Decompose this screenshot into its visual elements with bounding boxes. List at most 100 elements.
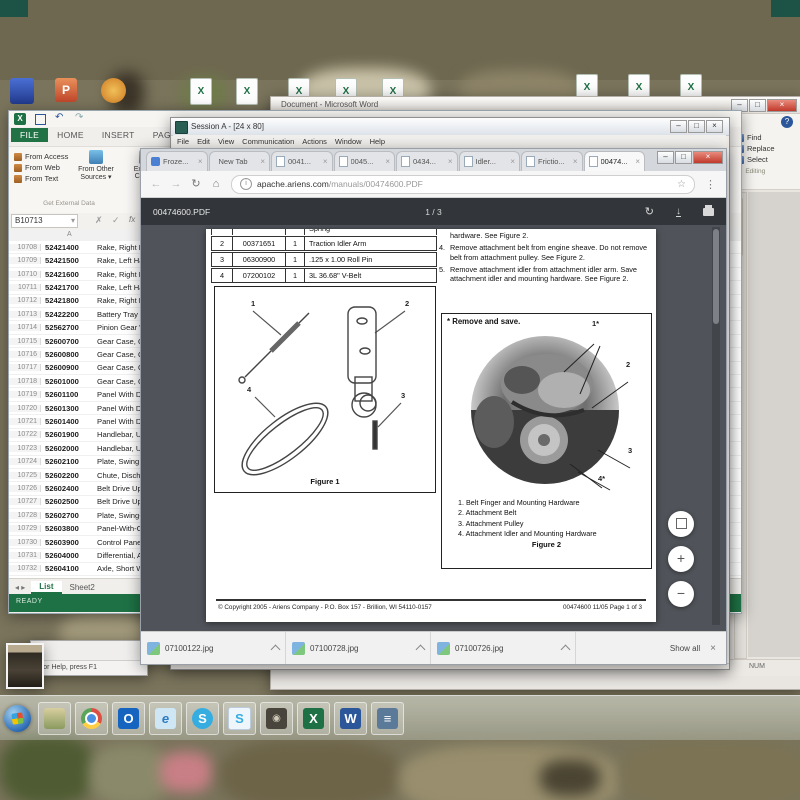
download-menu-chevron-icon[interactable] bbox=[271, 645, 281, 655]
home-icon[interactable]: ⌂ bbox=[207, 175, 225, 193]
page-info-icon[interactable]: i bbox=[240, 178, 252, 190]
address-bar[interactable]: i apache.ariens.com/manuals/00474600.PDF… bbox=[231, 175, 695, 194]
part-number-cell[interactable]: 52601400 bbox=[41, 417, 97, 426]
part-number-cell[interactable]: 52602700 bbox=[41, 511, 97, 520]
browser-tab[interactable]: Idler... × bbox=[459, 151, 521, 171]
row-header[interactable]: 10728 bbox=[9, 512, 41, 519]
part-number-cell[interactable]: 52422200 bbox=[41, 310, 97, 319]
ribbon-item[interactable]: From Web bbox=[14, 163, 68, 172]
row-header[interactable]: 10717 bbox=[9, 364, 41, 371]
tab-close-icon[interactable]: × bbox=[260, 157, 265, 166]
photo-thumbnail[interactable] bbox=[6, 643, 44, 689]
tab-close-icon[interactable]: × bbox=[198, 157, 203, 166]
part-number-cell[interactable]: 52601900 bbox=[41, 430, 97, 439]
terminal-close-button[interactable] bbox=[706, 120, 723, 133]
terminal-menu-item[interactable]: Communication bbox=[238, 137, 298, 146]
terminal-maximize-button[interactable] bbox=[688, 120, 705, 133]
terminal-menu-item[interactable]: Edit bbox=[193, 137, 214, 146]
terminal-menu-item[interactable]: Help bbox=[366, 137, 389, 146]
fit-page-button[interactable] bbox=[668, 511, 694, 537]
browser-tab[interactable]: 0045... × bbox=[334, 151, 396, 171]
start-button[interactable] bbox=[4, 705, 31, 732]
row-header[interactable]: 10709 bbox=[9, 257, 41, 264]
part-number-cell[interactable]: 52602400 bbox=[41, 484, 97, 493]
pdf-rotate-icon[interactable]: ↻ bbox=[645, 205, 654, 218]
excel-ribbon-tab[interactable]: INSERT bbox=[93, 128, 144, 142]
word-close-button[interactable] bbox=[767, 99, 797, 112]
row-header[interactable]: 10726 bbox=[9, 485, 41, 492]
row-header[interactable]: 10721 bbox=[9, 418, 41, 425]
sheet-tab[interactable]: List bbox=[31, 581, 61, 594]
pdf-scrollbar[interactable] bbox=[712, 227, 720, 625]
part-number-cell[interactable]: 52562700 bbox=[41, 323, 97, 332]
part-number-cell[interactable]: 52602500 bbox=[41, 497, 97, 506]
part-number-cell[interactable]: 52602200 bbox=[41, 471, 97, 480]
browser-menu-icon[interactable]: ⋮ bbox=[701, 178, 720, 191]
part-number-cell[interactable]: 52421500 bbox=[41, 256, 97, 265]
browser-tab[interactable]: 00474... × bbox=[584, 151, 646, 171]
excel-ribbon-tab[interactable]: HOME bbox=[48, 128, 93, 142]
row-header[interactable]: 10715 bbox=[9, 338, 41, 345]
taskbar-app-icon[interactable] bbox=[371, 702, 404, 735]
desktop-blue-icon[interactable] bbox=[10, 78, 34, 104]
formula-fx-icon[interactable]: fx bbox=[129, 215, 135, 224]
row-header[interactable]: 10723 bbox=[9, 445, 41, 452]
row-header[interactable]: 10727 bbox=[9, 498, 41, 505]
pdf-download-icon[interactable]: ↓ bbox=[676, 207, 681, 217]
row-header[interactable]: 10712 bbox=[9, 297, 41, 304]
row-header[interactable]: 10730 bbox=[9, 539, 41, 546]
row-header[interactable]: 10713 bbox=[9, 311, 41, 318]
row-header[interactable]: 10729 bbox=[9, 525, 41, 532]
terminal-minimize-button[interactable] bbox=[670, 120, 687, 133]
chrome-maximize-button[interactable] bbox=[675, 151, 692, 164]
excel-file-icon[interactable] bbox=[236, 78, 258, 105]
orange-circle-icon[interactable] bbox=[101, 78, 126, 103]
terminal-titlebar[interactable]: Session A - [24 x 80] bbox=[171, 118, 729, 136]
row-header[interactable]: 10711 bbox=[9, 284, 41, 291]
excel-ribbon-tab[interactable]: FILE bbox=[11, 128, 48, 142]
part-number-cell[interactable]: 52421400 bbox=[41, 243, 97, 252]
browser-tab[interactable]: 0041... × bbox=[271, 151, 333, 171]
part-number-cell[interactable]: 52600800 bbox=[41, 350, 97, 359]
excel-file-icon[interactable] bbox=[190, 78, 212, 105]
taskbar-camera-icon[interactable] bbox=[260, 702, 293, 735]
row-header[interactable]: 10732 bbox=[9, 565, 41, 572]
part-number-cell[interactable]: 52604100 bbox=[41, 564, 97, 573]
browser-tab[interactable]: Frictio... × bbox=[521, 151, 583, 171]
taskbar-word-icon[interactable] bbox=[334, 702, 367, 735]
tab-close-icon[interactable]: × bbox=[448, 157, 453, 166]
row-header[interactable]: 10714 bbox=[9, 324, 41, 331]
zoom-in-button[interactable]: + bbox=[668, 546, 694, 572]
part-number-cell[interactable]: 52601300 bbox=[41, 404, 97, 413]
row-header[interactable]: 10708 bbox=[9, 244, 41, 251]
part-number-cell[interactable]: 52603900 bbox=[41, 538, 97, 547]
part-number-cell[interactable]: 52604000 bbox=[41, 551, 97, 560]
row-header[interactable]: 10725 bbox=[9, 472, 41, 479]
part-number-cell[interactable]: 52421800 bbox=[41, 296, 97, 305]
word-help-icon[interactable]: ? bbox=[781, 116, 793, 128]
taskbar-excel-icon[interactable] bbox=[297, 702, 330, 735]
part-number-cell[interactable]: 52600700 bbox=[41, 337, 97, 346]
part-number-cell[interactable]: 52421600 bbox=[41, 270, 97, 279]
forward-icon[interactable]: → bbox=[167, 175, 185, 193]
ribbon-item[interactable]: From Access bbox=[14, 152, 68, 161]
row-header[interactable]: 10718 bbox=[9, 378, 41, 385]
from-other-sources[interactable]: From OtherSources ▾ bbox=[75, 150, 117, 181]
downloads-close-icon[interactable]: × bbox=[700, 643, 726, 654]
taskbar-skype-business-icon[interactable] bbox=[223, 702, 256, 735]
zoom-out-button[interactable]: − bbox=[668, 581, 694, 607]
chrome-minimize-button[interactable] bbox=[657, 151, 674, 164]
browser-tab[interactable]: Froze... × bbox=[146, 151, 208, 171]
part-number-cell[interactable]: 52602000 bbox=[41, 444, 97, 453]
tab-close-icon[interactable]: × bbox=[635, 157, 640, 166]
tab-close-icon[interactable]: × bbox=[510, 157, 515, 166]
ribbon-item[interactable]: From Text bbox=[14, 174, 68, 183]
description-cell[interactable]: Battery Tray bbox=[97, 310, 138, 319]
browser-tab[interactable]: 0434... × bbox=[396, 151, 458, 171]
row-header[interactable]: 10720 bbox=[9, 405, 41, 412]
formula-cancel-icon[interactable]: ✗ bbox=[95, 215, 103, 226]
row-header[interactable]: 10731 bbox=[9, 552, 41, 559]
show-all-link[interactable]: Show all bbox=[670, 644, 700, 653]
formula-enter-icon[interactable]: ✓ bbox=[112, 215, 120, 226]
download-chip[interactable]: 07100122.jpg bbox=[141, 632, 286, 664]
